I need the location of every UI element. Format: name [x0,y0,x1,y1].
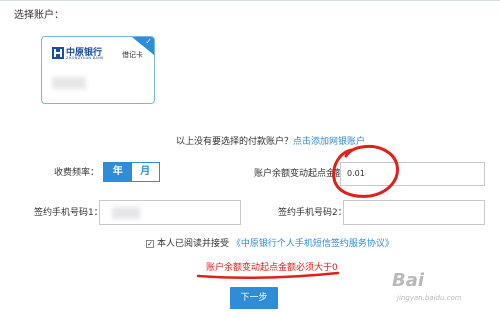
watermark-url: jingyan.baidu.com [397,294,462,302]
red-underline-annotation [196,271,340,279]
annotation-layer [196,144,399,279]
watermark-logo: Bai [392,270,425,291]
red-circle-annotation [332,144,399,198]
